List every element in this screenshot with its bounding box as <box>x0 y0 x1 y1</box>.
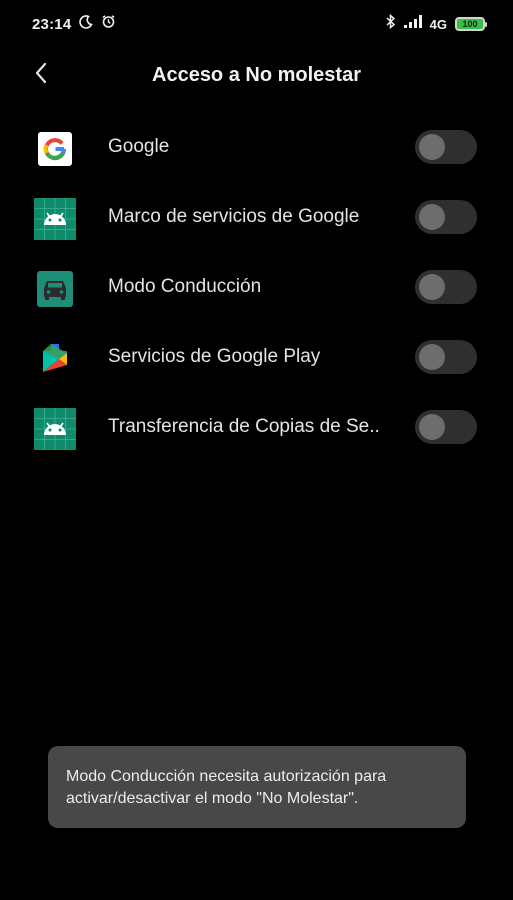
status-bar: 23:14 4G 100 <box>0 0 513 48</box>
toggle-switch[interactable] <box>415 200 477 234</box>
list-item-google-services-framework[interactable]: Marco de servicios de Google <box>0 182 513 252</box>
battery-level-label: 100 <box>462 18 478 29</box>
toggle-switch[interactable] <box>415 340 477 374</box>
toggle-knob <box>419 204 445 230</box>
toggle-switch[interactable] <box>415 410 477 444</box>
toggle-knob <box>419 274 445 300</box>
moon-icon <box>79 14 94 34</box>
app-name: Google <box>108 136 170 157</box>
bluetooth-icon <box>386 13 396 34</box>
app-name: Marco de servicios de Google <box>108 206 360 227</box>
alarm-icon <box>101 14 116 34</box>
android-icon <box>34 408 76 450</box>
car-icon <box>34 268 76 310</box>
top-app-bar: Acceso a No molestar <box>0 52 513 100</box>
network-type-label: 4G <box>429 16 447 32</box>
battery-icon: 100 <box>455 17 487 31</box>
app-list: Google Marco de servicios de Google Modo… <box>0 112 513 462</box>
google-icon <box>34 128 76 170</box>
signal-icon <box>403 15 422 33</box>
toggle-knob <box>419 414 445 440</box>
toggle-switch[interactable] <box>415 270 477 304</box>
toggle-switch[interactable] <box>415 130 477 164</box>
app-name: Modo Conducción <box>108 276 262 297</box>
list-item-driving-mode[interactable]: Modo Conducción <box>0 252 513 322</box>
list-item-google-play-services[interactable]: Servicios de Google Play <box>0 322 513 392</box>
toggle-knob <box>419 134 445 160</box>
play-services-icon <box>34 338 76 380</box>
list-item-google[interactable]: Google <box>0 112 513 182</box>
android-icon <box>34 198 76 240</box>
page-title: Acceso a No molestar <box>152 64 361 86</box>
toggle-knob <box>419 344 445 370</box>
list-item-backup-transfer[interactable]: Transferencia de Copias de Se.. <box>0 392 513 462</box>
status-time: 23:14 <box>32 15 72 33</box>
app-name: Transferencia de Copias de Se.. <box>108 416 380 437</box>
app-name: Servicios de Google Play <box>108 346 321 367</box>
toast-message: Modo Conducción necesita autorización pa… <box>48 746 466 828</box>
